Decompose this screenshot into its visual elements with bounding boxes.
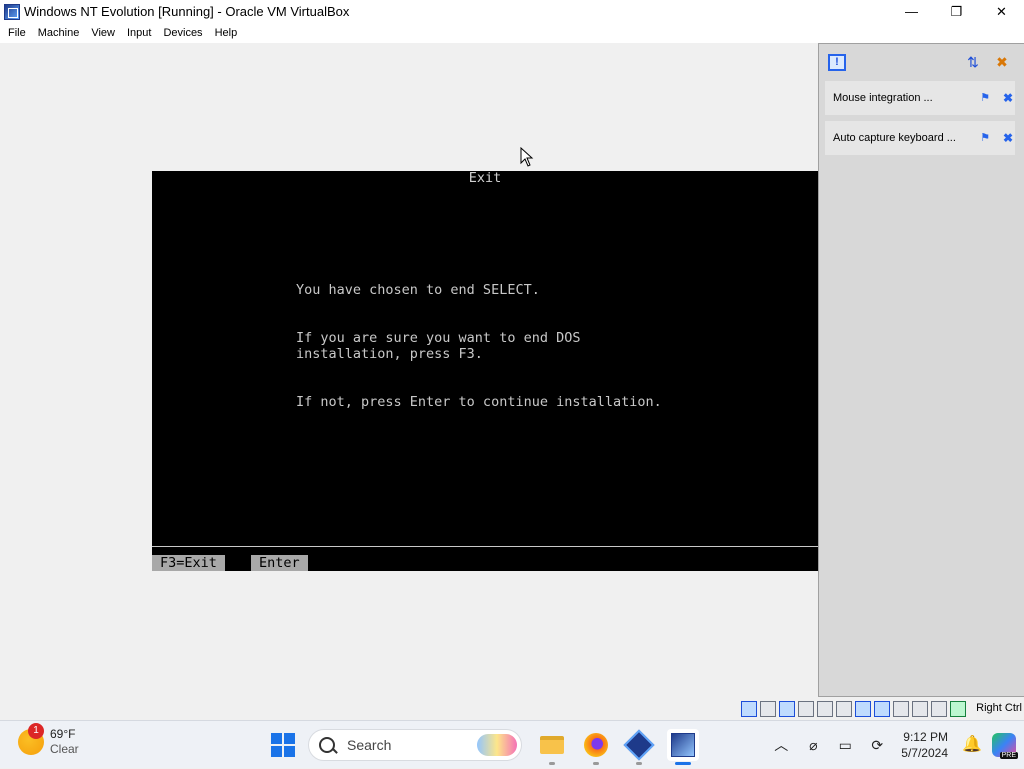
close-icon[interactable]: ✖	[1001, 91, 1015, 105]
dos-message-line: installation, press F3.	[296, 346, 483, 362]
weather-temp: 69°F	[50, 727, 76, 741]
notification-center: ! ⇅ ✖ Mouse integration ... ⚑ ✖ Auto cap…	[818, 43, 1024, 697]
dos-status-separator	[152, 546, 818, 547]
menu-view[interactable]: View	[85, 27, 121, 39]
cpu-icon[interactable]	[912, 701, 928, 717]
mouse-cursor-icon	[520, 147, 534, 167]
vm-screen[interactable]: Exit You have chosen to end SELECT. If y…	[152, 171, 818, 571]
clock[interactable]: 9:12 PM 5/7/2024	[901, 729, 948, 761]
host-key-icon[interactable]	[950, 701, 966, 717]
chevron-up-icon[interactable]: ︿	[771, 735, 791, 755]
taskbar-firefox[interactable]	[580, 729, 612, 765]
audio-icon[interactable]	[798, 701, 814, 717]
floppy-icon[interactable]	[779, 701, 795, 717]
window-controls: — ❐ ✕	[889, 0, 1024, 23]
firefox-icon	[584, 733, 608, 757]
display-icon[interactable]: ▭	[835, 735, 855, 755]
device-icons	[741, 701, 966, 717]
notification-text: Mouse integration ...	[833, 92, 933, 104]
taskbar-file-explorer[interactable]	[536, 729, 568, 765]
virtualbox-icon	[623, 729, 655, 761]
notification-item[interactable]: Mouse integration ... ⚑ ✖	[825, 81, 1015, 115]
hard-disk-icon[interactable]	[741, 701, 757, 717]
start-button[interactable]	[271, 733, 295, 757]
close-icon[interactable]: ✖	[1001, 131, 1015, 145]
maximize-button[interactable]: ❐	[934, 0, 979, 23]
sync-icon[interactable]: ⟳	[867, 735, 887, 755]
network-off-icon[interactable]: ⌀	[803, 735, 823, 755]
notification-text: Auto capture keyboard ...	[833, 132, 956, 144]
search-placeholder: Search	[347, 737, 392, 753]
pin-icon[interactable]: ⚑	[978, 131, 992, 145]
taskbar-search[interactable]: Search	[308, 729, 522, 761]
taskbar-windows-nt-vm[interactable]	[667, 729, 699, 765]
virtualbox-vm-icon	[4, 3, 20, 20]
dos-message-line: If not, press Enter to continue installa…	[296, 394, 662, 410]
search-icon	[319, 737, 335, 753]
copilot-badge: PRE	[999, 752, 1018, 759]
network-icon[interactable]	[817, 701, 833, 717]
display-icon[interactable]	[874, 701, 890, 717]
dos-key-enter: Enter	[251, 555, 308, 571]
minimize-button[interactable]: —	[889, 0, 934, 23]
notification-item[interactable]: Auto capture keyboard ... ⚑ ✖	[825, 121, 1015, 155]
host-key-label: Right Ctrl	[976, 702, 1022, 714]
dos-message-line: If you are sure you want to end DOS	[296, 330, 581, 346]
window-titlebar: Windows NT Evolution [Running] - Oracle …	[0, 0, 1024, 23]
close-button[interactable]: ✕	[979, 0, 1024, 23]
clock-time: 9:12 PM	[903, 730, 948, 744]
windows-taskbar: 1 69°F Clear Search ︿ ⌀ ▭ ⟳ 9:12 PM 5/7/…	[0, 720, 1024, 768]
dos-message-line: You have chosen to end SELECT.	[296, 282, 540, 298]
optical-drive-icon[interactable]	[760, 701, 776, 717]
menu-machine[interactable]: Machine	[32, 27, 86, 39]
toggle-notifications-icon[interactable]: ⇅	[965, 54, 981, 70]
dismiss-all-icon[interactable]: ✖	[993, 54, 1011, 70]
menu-input[interactable]: Input	[121, 27, 157, 39]
info-icon: !	[828, 54, 846, 71]
recording-icon[interactable]	[893, 701, 909, 717]
taskbar-virtualbox[interactable]	[623, 729, 655, 765]
clock-date: 5/7/2024	[901, 746, 948, 760]
shared-folders-icon[interactable]	[855, 701, 871, 717]
pin-icon[interactable]: ⚑	[978, 91, 992, 105]
weather-condition: Clear	[50, 742, 79, 756]
menu-devices[interactable]: Devices	[157, 27, 208, 39]
weather-badge: 1	[28, 723, 44, 739]
weather-widget[interactable]: 1 69°F Clear	[18, 723, 79, 757]
copilot-icon[interactable]: PRE	[992, 733, 1018, 759]
usb-icon[interactable]	[836, 701, 852, 717]
weather-icon: 1	[18, 723, 44, 755]
mouse-integration-icon[interactable]	[931, 701, 947, 717]
window-title: Windows NT Evolution [Running] - Oracle …	[24, 4, 350, 19]
notification-header: ! ⇅ ✖	[819, 44, 1024, 78]
dos-screen-title: Exit	[468, 170, 502, 186]
vm-window-icon	[671, 733, 695, 757]
weather-text: 69°F Clear	[50, 727, 79, 757]
vm-status-bar: Right Ctrl	[0, 698, 1024, 720]
menu-help[interactable]: Help	[209, 27, 244, 39]
folder-icon	[540, 736, 564, 754]
menu-file[interactable]: File	[2, 27, 32, 39]
system-tray: ︿ ⌀ ▭ ⟳ 9:12 PM 5/7/2024 🔔 PRE	[765, 721, 1024, 769]
search-highlight-icon	[477, 734, 517, 756]
menu-bar: File Machine View Input Devices Help	[0, 23, 1024, 43]
dos-key-f3-exit: F3=Exit	[152, 555, 225, 571]
bell-icon[interactable]: 🔔	[962, 736, 982, 754]
